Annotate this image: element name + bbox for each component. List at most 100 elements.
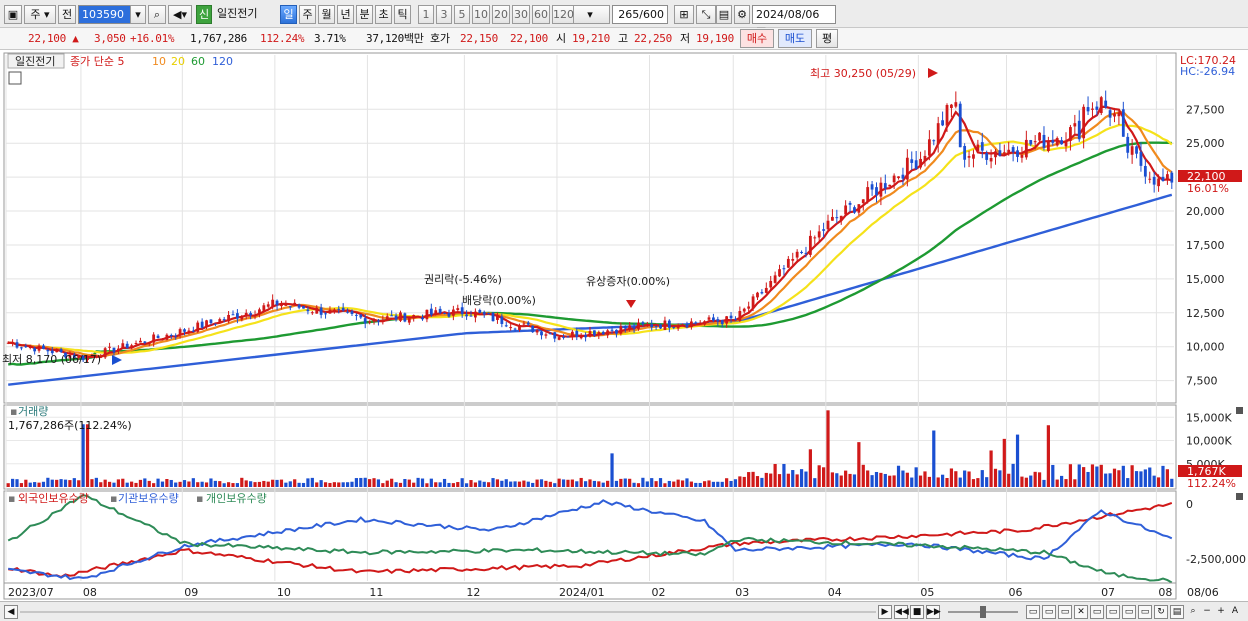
volume-bar [284, 482, 288, 487]
volume-bar [738, 476, 742, 487]
period-tab-4[interactable]: 분 [356, 5, 373, 24]
magnifier-icon[interactable]: ⌕ [1186, 605, 1200, 619]
interval-tab-10[interactable]: 10 [472, 5, 490, 24]
rewind-icon[interactable]: ◀◀ [894, 605, 909, 619]
volume-bar [804, 471, 808, 487]
legend-ma60[interactable]: 60 [191, 55, 205, 68]
interval-tab-30[interactable]: 30 [512, 5, 530, 24]
volume-bar [1095, 466, 1099, 487]
legend-institution[interactable]: 기관보유수량 [118, 492, 179, 505]
period-tab-2[interactable]: 월 [318, 5, 335, 24]
candle-body [1011, 147, 1015, 153]
volume-bar [557, 478, 561, 487]
candle-body [914, 160, 918, 169]
volume-bar [412, 482, 416, 487]
candle-body [447, 313, 451, 317]
print-icon[interactable]: ▤ [1170, 605, 1184, 619]
candle-body [672, 327, 676, 329]
current-price: 22,100 ▲ [28, 32, 79, 45]
open-price: 19,210 [572, 32, 610, 45]
period-tab-5[interactable]: 초 [375, 5, 392, 24]
volume-panel-close-icon[interactable] [1236, 407, 1243, 414]
layout-icon-2[interactable]: ▭ [1042, 605, 1056, 619]
window-icon[interactable]: ▣ [4, 5, 22, 24]
buy-button[interactable]: 매수 [740, 29, 774, 48]
candle-body [297, 304, 301, 308]
prefix-button[interactable]: 전 [58, 5, 76, 24]
volume-bar [420, 478, 425, 487]
market-select[interactable]: 주 ▾ [24, 5, 56, 24]
save-icon[interactable]: ▤ [716, 5, 732, 24]
layout-icon-7[interactable]: ▭ [1138, 605, 1152, 619]
candle-body [945, 105, 949, 126]
interval-tab-3[interactable]: 3 [436, 5, 452, 24]
candle-body [610, 329, 614, 331]
layout-icon-4[interactable]: ▭ [1090, 605, 1104, 619]
legend-foreign[interactable]: 외국인보유수량 [18, 492, 89, 505]
candle-body [747, 306, 751, 309]
draw-tool-icon[interactable]: ⤡ [696, 5, 716, 24]
candle-body [967, 156, 971, 158]
refresh-icon[interactable]: ↻ [1154, 605, 1168, 619]
sell-button[interactable]: 매도 [778, 29, 812, 48]
legend-individual[interactable]: 개인보유수량 [206, 492, 267, 505]
zoom-icon[interactable]: ⊞ [674, 5, 694, 24]
fast-forward-icon[interactable]: ▶▶ [926, 605, 941, 619]
scroll-track[interactable] [20, 611, 876, 613]
date-input[interactable]: 2024/08/06 ▦ [752, 5, 836, 38]
table-toggle-icon[interactable] [8, 71, 22, 85]
volume-bar [716, 481, 720, 487]
interval-tab-5[interactable]: 5 [454, 5, 470, 24]
period-tab-0[interactable]: 일 [280, 5, 297, 24]
volume-bar [372, 478, 376, 487]
volume-bar [883, 473, 887, 487]
cross-icon[interactable]: ✕ [1074, 605, 1088, 619]
holding-panel-close-icon[interactable] [1236, 493, 1243, 500]
chart-scrollbar[interactable]: ◀ ▶ ◀◀ ■ ▶▶ ▭ ▭ ▭ ✕ ▭ ▭ ▭ ▭ ↻ ▤ ⌕ − + A [0, 601, 1248, 621]
period-tab-3[interactable]: 년 [337, 5, 354, 24]
legend-ma10[interactable]: 10 [152, 55, 166, 68]
price-panel [3, 52, 1177, 404]
evaluate-button[interactable]: 평 [816, 29, 838, 48]
volume-bar [601, 482, 605, 487]
candle-body [897, 176, 900, 179]
count-input[interactable]: 265/600 [612, 5, 668, 24]
layout-icon-3[interactable]: ▭ [1058, 605, 1072, 619]
legend-ma20[interactable]: 20 [171, 55, 185, 68]
open-label: 시 [556, 32, 566, 45]
font-size-icon[interactable]: A [1228, 605, 1242, 619]
layout-icon-5[interactable]: ▭ [1106, 605, 1120, 619]
interval-tab-1[interactable]: 1 [418, 5, 434, 24]
date-value: 2024/08/06 [756, 8, 820, 21]
zoom-out-icon[interactable]: − [1200, 605, 1214, 619]
candle-body [235, 313, 239, 319]
layout-icon-1[interactable]: ▭ [1026, 605, 1040, 619]
interval-tab-20[interactable]: 20 [492, 5, 510, 24]
volume-bar [958, 477, 962, 487]
interval-dropdown[interactable]: ▾ [570, 5, 610, 24]
scroll-left-icon[interactable]: ◀ [4, 605, 18, 619]
zoom-slider-handle[interactable] [980, 606, 986, 618]
code-dropdown-icon[interactable]: ▾ [130, 5, 146, 24]
scroll-right-icon[interactable]: ▶ [878, 605, 892, 619]
gear-icon[interactable]: ⚙ [734, 5, 750, 24]
candle-body [879, 182, 883, 197]
layout-icon-6[interactable]: ▭ [1122, 605, 1136, 619]
candle-body [742, 308, 746, 312]
interval-tab-120[interactable]: 120 [552, 5, 574, 24]
candle-body [1117, 112, 1121, 117]
period-tab-1[interactable]: 주 [299, 5, 316, 24]
speaker-icon[interactable]: ◀▾ [168, 5, 192, 24]
legend-ma5[interactable]: 종가 단순 5 [70, 55, 124, 68]
candle-body [491, 312, 495, 322]
legend-ma120[interactable]: 120 [212, 55, 233, 68]
volume-bar [517, 481, 522, 487]
period-tab-6[interactable]: 틱 [394, 5, 411, 24]
candle-body [848, 202, 852, 205]
stock-chart[interactable]: 27,50025,00022,50020,00017,50015,00012,5… [0, 50, 1248, 601]
search-icon[interactable]: ⌕ [148, 5, 166, 24]
zoom-in-icon[interactable]: + [1214, 605, 1228, 619]
volume-bar [341, 482, 345, 487]
interval-tab-60[interactable]: 60 [532, 5, 550, 24]
stop-icon[interactable]: ■ [910, 605, 924, 619]
